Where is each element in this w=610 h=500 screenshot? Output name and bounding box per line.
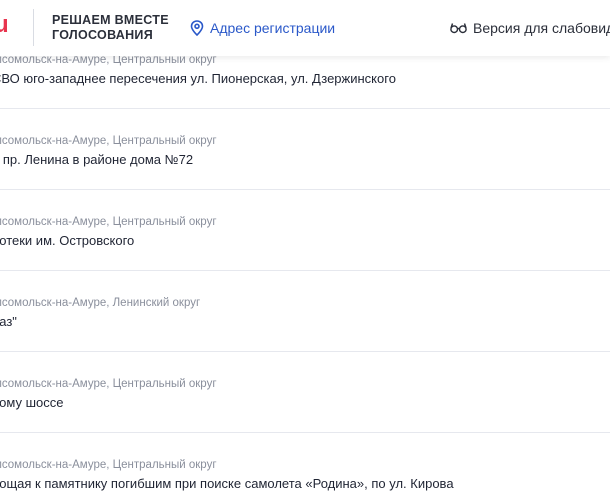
- item-title: о пр. Ленина в районе дома №72: [0, 152, 194, 167]
- item-title: ному шоссе: [0, 395, 64, 410]
- item-title: иотеки им. Островского: [0, 233, 135, 248]
- item-title: иаз": [0, 314, 17, 329]
- registration-address-button[interactable]: Адрес регистрации: [190, 19, 335, 37]
- brand-title[interactable]: РЕШАЕМ ВМЕСТЕ ГОЛОСОВАНИЯ: [52, 13, 169, 43]
- list-item[interactable]: мсомольск-на-Амуре, Центральный округ ро…: [0, 432, 610, 500]
- list-item[interactable]: мсомольск-на-Амуре, Ленинский округ иаз": [0, 270, 610, 352]
- list-item[interactable]: мсомольск-на-Амуре, Центральный округ ио…: [0, 189, 610, 271]
- site-logo[interactable]: u: [0, 10, 9, 40]
- accessibility-version-label: Версия для слабовидящих: [473, 20, 610, 36]
- item-region: мсомольск-на-Амуре, Ленинский округ: [0, 297, 201, 309]
- page: u РЕШАЕМ ВМЕСТЕ ГОЛОСОВАНИЯ Адрес регист…: [0, 0, 610, 500]
- list-item[interactable]: мсомольск-на-Амуре, Центральный округ о …: [0, 108, 610, 190]
- item-region: мсомольск-на-Амуре, Центральный округ: [0, 135, 217, 147]
- registration-address-label: Адрес регистрации: [210, 20, 336, 36]
- item-region: мсомольск-на-Амуре, Центральный округ: [0, 459, 217, 471]
- site-header: u РЕШАЕМ ВМЕСТЕ ГОЛОСОВАНИЯ Адрес регист…: [0, 0, 610, 56]
- location-pin-icon: [190, 20, 204, 36]
- brand-line-2: ГОЛОСОВАНИЯ: [52, 28, 153, 42]
- item-title: СВО юго-западнее пересечения ул. Пионерс…: [0, 71, 396, 86]
- item-region: мсомольск-на-Амуре, Центральный округ: [0, 378, 217, 390]
- accessibility-version-button[interactable]: Версия для слабовидящих: [450, 19, 610, 37]
- header-divider: [33, 9, 34, 46]
- item-title: рощая к памятнику погибшим при поиске са…: [0, 476, 454, 491]
- list-item[interactable]: мсомольск-на-Амуре, Центральный округ но…: [0, 351, 610, 433]
- item-region: мсомольск-на-Амуре, Центральный округ: [0, 216, 217, 228]
- brand-line-1: РЕШАЕМ ВМЕСТЕ: [52, 13, 169, 27]
- glasses-icon: [450, 23, 467, 34]
